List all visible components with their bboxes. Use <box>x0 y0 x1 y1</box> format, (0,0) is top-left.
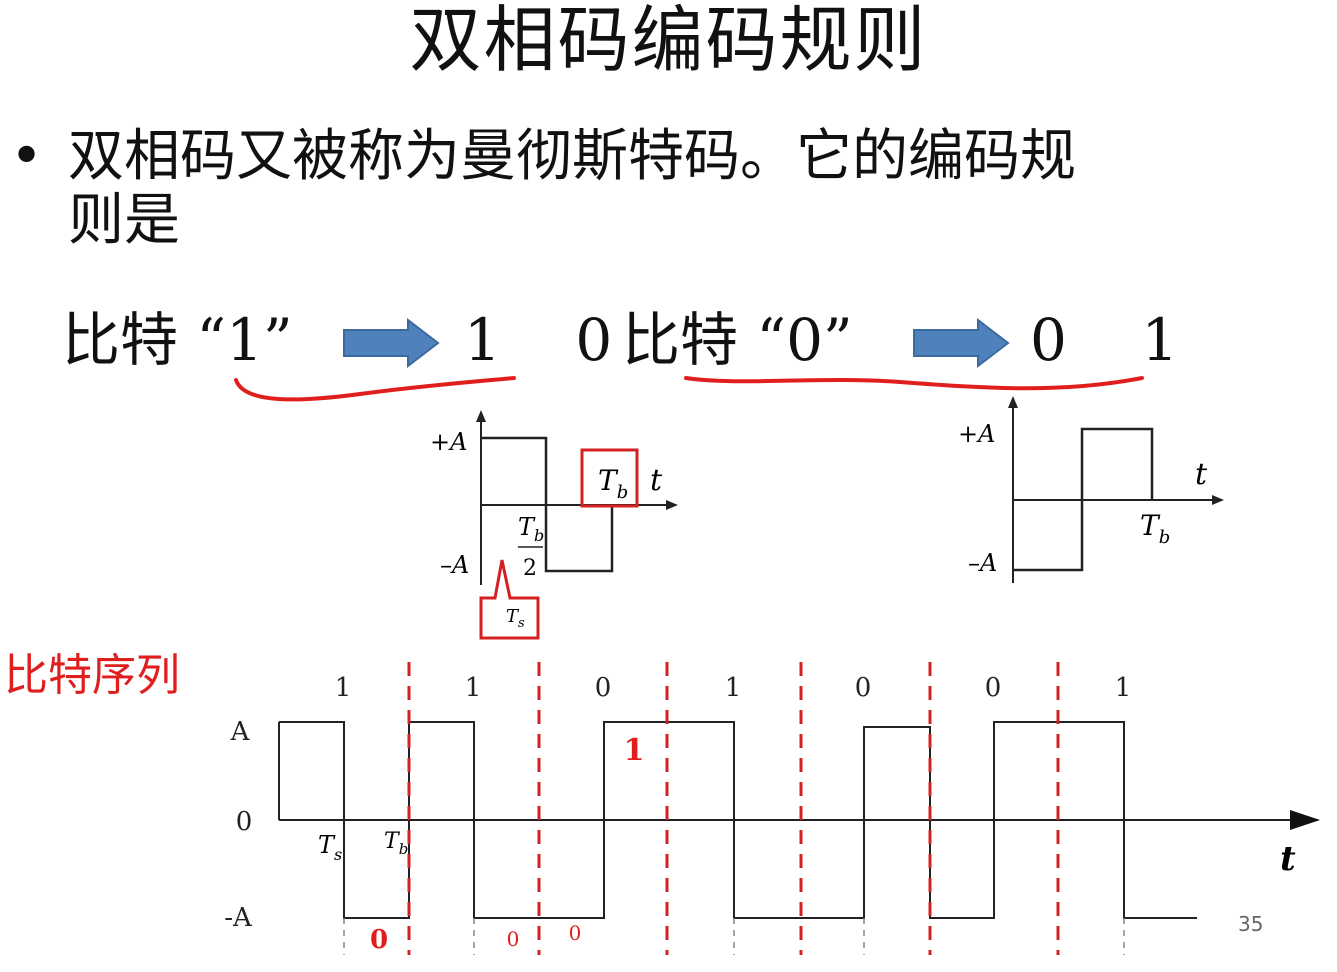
d0-tb-sub: b <box>1159 527 1171 548</box>
d0-tb-label: Tb <box>1140 509 1170 548</box>
mapping-arrow-one <box>343 317 440 369</box>
seq-bit-label-5: 0 <box>855 673 872 703</box>
seq-level-neg-a: -A <box>224 903 253 933</box>
d1-plus-a-label: +A <box>430 428 467 456</box>
d1-tb-label: Tb <box>598 464 628 503</box>
seq-bit-label-6: 0 <box>985 673 1002 703</box>
seq-time-axis-arrowhead <box>1290 810 1320 830</box>
seq-tb-label: Tb <box>384 829 408 858</box>
seq-bit-label-4: 1 <box>725 673 742 703</box>
d0-minus-a-label: –A <box>968 549 997 577</box>
d1-tb-sub: b <box>617 482 629 503</box>
seq-tb-sub: b <box>399 840 409 858</box>
d0-t-label: t <box>1195 457 1208 492</box>
d1-minus-a-label: –A <box>440 551 469 579</box>
mapping-arrow-zero <box>913 317 1010 369</box>
seq-annotation-1: 0 <box>370 925 388 955</box>
seq-annotation-2: 0 <box>507 927 520 951</box>
seq-level-a: A <box>230 717 251 747</box>
d1-t-label: t <box>650 463 663 498</box>
seq-ts-label: Ts <box>318 831 342 864</box>
seq-ts-sub: s <box>334 845 342 864</box>
red-underline-one <box>234 376 516 402</box>
d1-tb-half-sub: b <box>534 526 544 545</box>
sequence-diagram: 1 1 0 1 0 0 1 A 0 -A t Ts Tb 0 0 0 1 <box>224 662 1320 955</box>
seq-annotation-3: 0 <box>569 921 582 945</box>
d1-ts-sub: s <box>518 616 525 631</box>
d1-tb-half-numerator: Tb <box>518 513 544 545</box>
d0-plus-a-label: +A <box>958 420 995 448</box>
seq-t-label: t <box>1280 839 1296 879</box>
d1-half-denominator: 2 <box>523 556 537 581</box>
seq-bit-label-1: 1 <box>335 673 352 703</box>
diagram-bit-zero: +A –A t Tb <box>958 396 1224 583</box>
seq-bit-label-3: 0 <box>595 673 612 703</box>
red-underline-zero <box>684 376 1144 391</box>
seq-bit-label-2: 1 <box>465 673 482 703</box>
diagram-bit-one: +A –A t Tb Tb 2 Ts <box>430 410 678 640</box>
seq-level-zero: 0 <box>236 807 253 837</box>
diagram-canvas: +A –A t Tb Tb 2 Ts +A –A t Tb 1 1 0 1 0 … <box>224 317 1320 955</box>
seq-annotation-4: 1 <box>624 733 645 768</box>
seq-bit-label-7: 1 <box>1115 673 1132 703</box>
seq-dashed-extensions <box>343 918 1125 955</box>
